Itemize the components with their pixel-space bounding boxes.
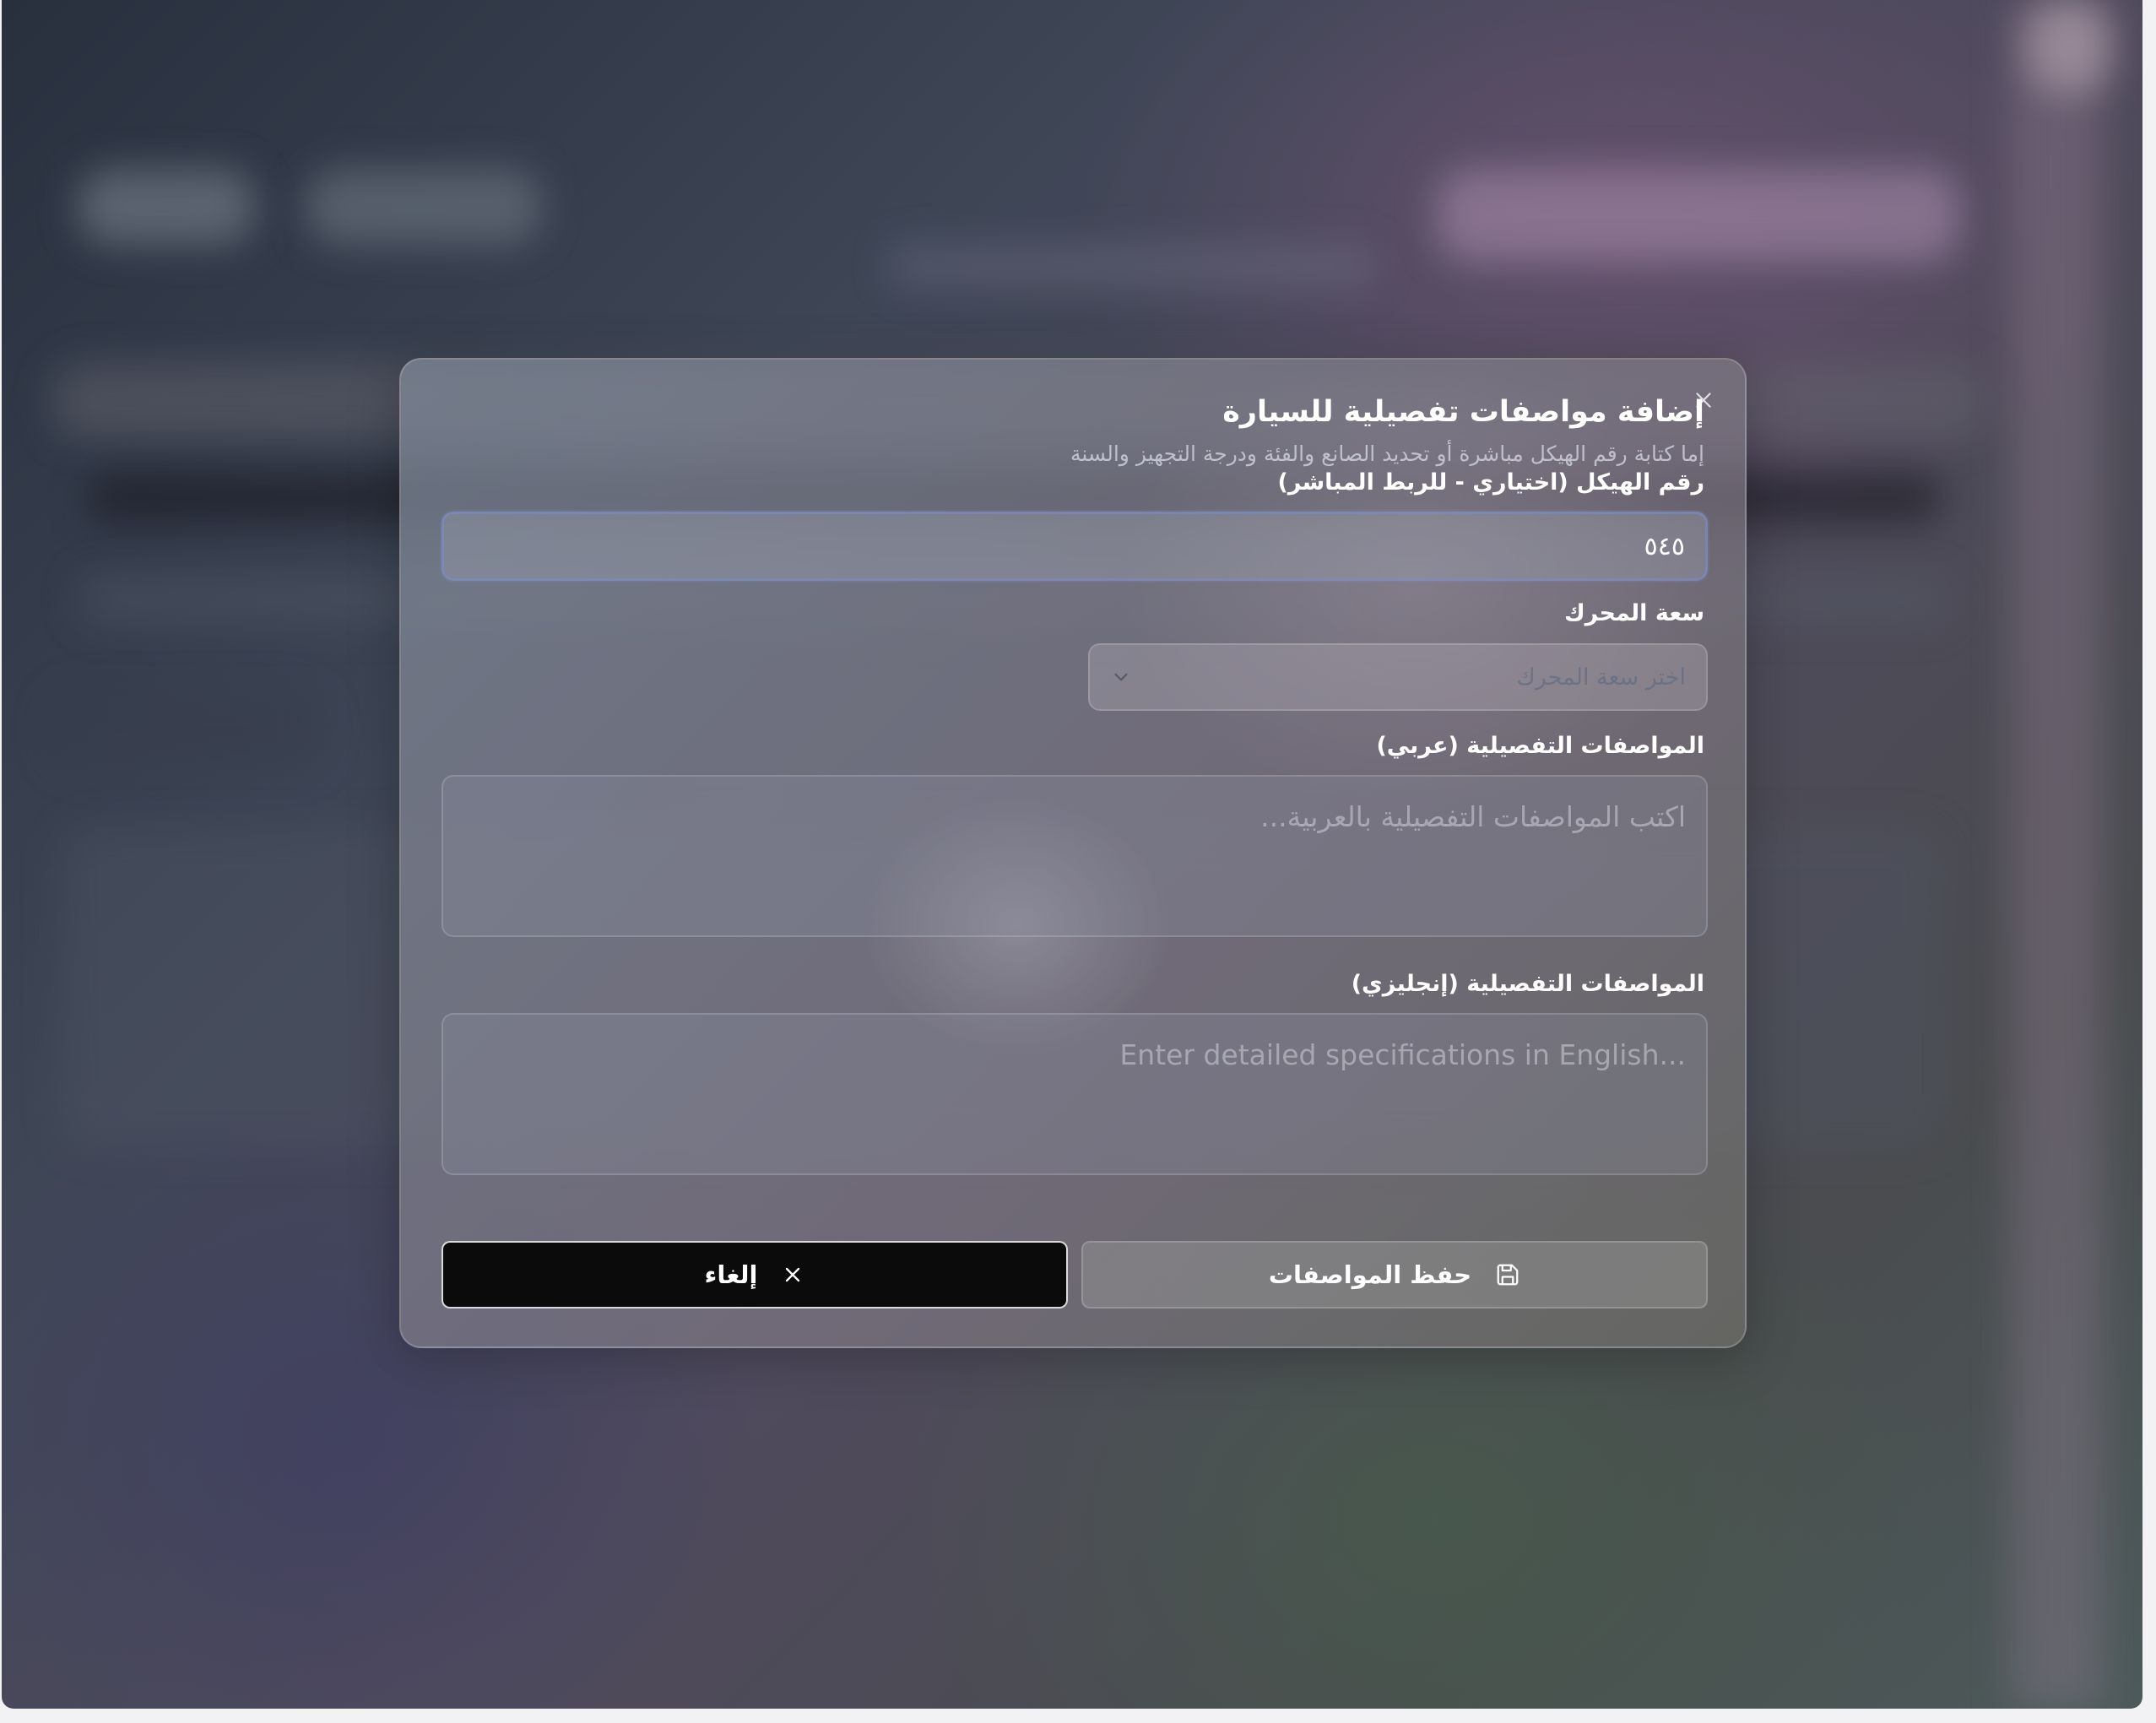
engine-capacity-label: سعة المحرك bbox=[1563, 600, 1704, 626]
app-screen: إضافة مواصفات تفصيلية للسيارة إما كتابة … bbox=[2, 0, 2142, 1709]
dialog-title: إضافة مواصفات تفصيلية للسيارة bbox=[1222, 395, 1704, 429]
cancel-button[interactable]: إلغاء bbox=[441, 1241, 1068, 1309]
add-specs-dialog: إضافة مواصفات تفصيلية للسيارة إما كتابة … bbox=[399, 358, 1747, 1348]
backdrop-blur bbox=[2028, 0, 2112, 93]
save-specs-label: حفظ المواصفات bbox=[1268, 1260, 1472, 1289]
vin-label: رقم الهيكل (اختياري - للربط المباشر) bbox=[1277, 469, 1704, 496]
vin-input[interactable] bbox=[441, 512, 1708, 581]
cancel-label: إلغاء bbox=[704, 1260, 758, 1289]
specs-arabic-label: المواصفات التفصيلية (عربي) bbox=[1376, 733, 1704, 759]
backdrop-blur bbox=[1437, 169, 1960, 262]
save-icon bbox=[1495, 1262, 1520, 1287]
specs-english-textarea[interactable] bbox=[441, 1013, 1708, 1175]
specs-english-label: المواصفات التفصيلية (إنجليزي) bbox=[1351, 971, 1704, 997]
backdrop-blur bbox=[78, 169, 255, 245]
specs-arabic-textarea[interactable] bbox=[441, 775, 1708, 937]
close-icon bbox=[781, 1263, 804, 1287]
backdrop-blur bbox=[2011, 0, 2104, 1709]
dialog-subtitle: إما كتابة رقم الهيكل مباشرة أو تحديد الص… bbox=[1070, 442, 1704, 466]
engine-capacity-select[interactable]: اختر سعة المحرك bbox=[1088, 643, 1708, 711]
backdrop-blur bbox=[306, 169, 542, 245]
backdrop-blur bbox=[52, 692, 322, 768]
backdrop-blur bbox=[888, 245, 1378, 287]
chevron-down-icon bbox=[1114, 673, 1128, 681]
engine-capacity-placeholder: اختر سعة المحرك bbox=[1516, 664, 1686, 691]
save-specs-button[interactable]: حفظ المواصفات bbox=[1081, 1241, 1708, 1309]
